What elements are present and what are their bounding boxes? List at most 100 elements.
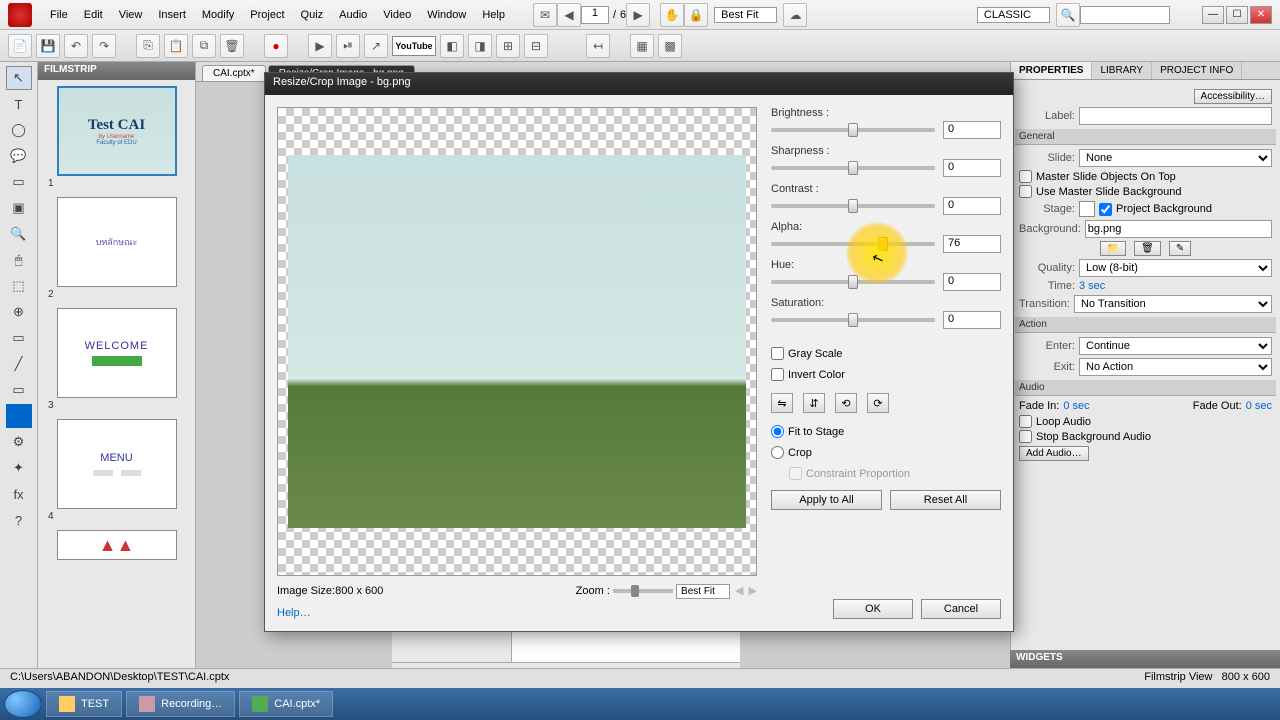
alpha-input[interactable]: 76 bbox=[943, 235, 1001, 253]
master-top-check[interactable] bbox=[1019, 170, 1032, 183]
flip-h-icon[interactable]: ⇋ bbox=[771, 393, 793, 413]
start-button-icon[interactable] bbox=[4, 690, 42, 718]
bg-edit-icon[interactable]: ✎ bbox=[1169, 241, 1191, 256]
sharpness-input[interactable]: 0 bbox=[943, 159, 1001, 177]
hand-icon[interactable]: ✋ bbox=[660, 3, 684, 27]
tool-a-icon[interactable]: ◧ bbox=[440, 34, 464, 58]
fadeout-val[interactable]: 0 sec bbox=[1246, 400, 1272, 412]
search-icon[interactable]: 🔍 bbox=[1056, 3, 1080, 27]
search-input[interactable] bbox=[1080, 6, 1170, 24]
fit-radio[interactable] bbox=[771, 425, 784, 438]
widgets-title[interactable]: WIDGETS bbox=[1010, 650, 1280, 668]
publish-icon[interactable]: ↗ bbox=[364, 34, 388, 58]
save-icon[interactable]: 💾 bbox=[36, 34, 60, 58]
task-cai[interactable]: CAI.cptx* bbox=[239, 691, 333, 717]
hue-slider[interactable] bbox=[771, 280, 935, 284]
menu-edit[interactable]: Edit bbox=[76, 5, 111, 25]
tool-b-icon[interactable]: ◨ bbox=[468, 34, 492, 58]
anim-tool-icon[interactable]: ✦ bbox=[6, 456, 32, 480]
ok-button[interactable]: OK bbox=[833, 599, 913, 619]
stopbg-check[interactable] bbox=[1019, 430, 1032, 443]
next-page-icon[interactable]: ▶ bbox=[626, 3, 650, 27]
quality-select[interactable]: Low (8-bit) bbox=[1079, 259, 1272, 277]
saturation-input[interactable]: 0 bbox=[943, 311, 1001, 329]
shape-tool-icon[interactable]: ◯ bbox=[6, 118, 32, 142]
help-link[interactable]: Help… bbox=[277, 607, 757, 619]
contrast-slider[interactable] bbox=[771, 204, 935, 208]
menu-project[interactable]: Project bbox=[242, 5, 292, 25]
cloud-icon[interactable]: ☁ bbox=[783, 3, 807, 27]
zoom-tool-icon[interactable]: 🔍 bbox=[6, 222, 32, 246]
bg-delete-icon[interactable]: 🗑 bbox=[1134, 241, 1161, 256]
slide-select[interactable]: None bbox=[1079, 149, 1272, 167]
menu-view[interactable]: View bbox=[111, 5, 151, 25]
hue-input[interactable]: 0 bbox=[943, 273, 1001, 291]
undo-icon[interactable]: ↶ bbox=[64, 34, 88, 58]
copy-icon[interactable]: ⎘ bbox=[136, 34, 160, 58]
new-icon[interactable]: 📄 bbox=[8, 34, 32, 58]
cancel-button[interactable]: Cancel bbox=[921, 599, 1001, 619]
grid2-icon[interactable]: ▩ bbox=[658, 34, 682, 58]
tab-library[interactable]: LIBRARY bbox=[1092, 62, 1152, 79]
menu-file[interactable]: File bbox=[42, 5, 76, 25]
stage-swatch[interactable] bbox=[1079, 201, 1095, 217]
quiz-tool-icon[interactable]: ? bbox=[6, 508, 32, 532]
minimize-icon[interactable]: — bbox=[1202, 6, 1224, 24]
slide-thumb[interactable]: บทลักษณะ 2 bbox=[44, 197, 189, 300]
line-tool-icon[interactable]: ╱ bbox=[6, 352, 32, 376]
task-test[interactable]: TEST bbox=[46, 691, 122, 717]
menu-audio[interactable]: Audio bbox=[331, 5, 375, 25]
zoom-out-icon[interactable]: ◀ bbox=[735, 585, 743, 597]
input-tool-icon[interactable]: ▭ bbox=[6, 326, 32, 350]
master-bg-check[interactable] bbox=[1019, 185, 1032, 198]
contrast-input[interactable]: 0 bbox=[943, 197, 1001, 215]
brightness-input[interactable]: 0 bbox=[943, 121, 1001, 139]
tab-properties[interactable]: PROPERTIES bbox=[1011, 62, 1092, 79]
bg-input[interactable] bbox=[1085, 220, 1272, 238]
click-tool-icon[interactable]: ⊕ bbox=[6, 300, 32, 324]
loop-check[interactable] bbox=[1019, 415, 1032, 428]
slide-thumb[interactable]: WELCOME 3 bbox=[44, 308, 189, 411]
zoom-select[interactable]: Best Fit bbox=[676, 584, 730, 599]
preview2-icon[interactable]: ⏯ bbox=[336, 34, 360, 58]
flip-v-icon[interactable]: ⇵ bbox=[803, 393, 825, 413]
callout-tool-icon[interactable]: 💬 bbox=[6, 144, 32, 168]
page-current-input[interactable]: 1 bbox=[581, 6, 609, 24]
label-input[interactable] bbox=[1079, 107, 1272, 125]
task-recording[interactable]: Recording… bbox=[126, 691, 235, 717]
rotate-cw-icon[interactable]: ⟳ bbox=[867, 393, 889, 413]
selection-tool-icon[interactable]: ↖ bbox=[6, 66, 32, 90]
saturation-slider[interactable] bbox=[771, 318, 935, 322]
time-value[interactable]: 3 sec bbox=[1079, 280, 1105, 292]
menu-window[interactable]: Window bbox=[419, 5, 474, 25]
fill-tool-icon[interactable] bbox=[6, 404, 32, 428]
zoom-slider[interactable] bbox=[613, 589, 673, 593]
record-icon[interactable]: ● bbox=[264, 34, 288, 58]
rollover-tool-icon[interactable]: ▣ bbox=[6, 196, 32, 220]
youtube-button[interactable]: YouTube bbox=[392, 36, 436, 56]
grayscale-check[interactable] bbox=[771, 347, 784, 360]
add-audio-button[interactable]: Add Audio… bbox=[1019, 446, 1089, 461]
fadein-val[interactable]: 0 sec bbox=[1063, 400, 1089, 412]
exit-select[interactable]: No Action bbox=[1079, 358, 1272, 376]
paste-icon[interactable]: 📋 bbox=[164, 34, 188, 58]
maximize-icon[interactable]: ☐ bbox=[1226, 6, 1248, 24]
highlight-tool-icon[interactable]: ▭ bbox=[6, 170, 32, 194]
alpha-slider[interactable] bbox=[771, 242, 935, 246]
bg-browse-icon[interactable]: 📁 bbox=[1100, 241, 1126, 256]
grid1-icon[interactable]: ▦ bbox=[630, 34, 654, 58]
tool-d-icon[interactable]: ⊟ bbox=[524, 34, 548, 58]
workspace-select[interactable]: CLASSIC bbox=[977, 7, 1050, 23]
rect-tool-icon[interactable]: ▭ bbox=[6, 378, 32, 402]
transition-select[interactable]: No Transition bbox=[1074, 295, 1272, 313]
menu-help[interactable]: Help bbox=[474, 5, 513, 25]
mouse-tool-icon[interactable]: 🖱 bbox=[6, 248, 32, 272]
invert-check[interactable] bbox=[771, 368, 784, 381]
menu-modify[interactable]: Modify bbox=[194, 5, 242, 25]
crop-radio[interactable] bbox=[771, 446, 784, 459]
menu-quiz[interactable]: Quiz bbox=[293, 5, 332, 25]
menu-video[interactable]: Video bbox=[375, 5, 419, 25]
sharpness-slider[interactable] bbox=[771, 166, 935, 170]
tool-c-icon[interactable]: ⊞ bbox=[496, 34, 520, 58]
zoom-in-icon[interactable]: ▶ bbox=[749, 585, 757, 597]
